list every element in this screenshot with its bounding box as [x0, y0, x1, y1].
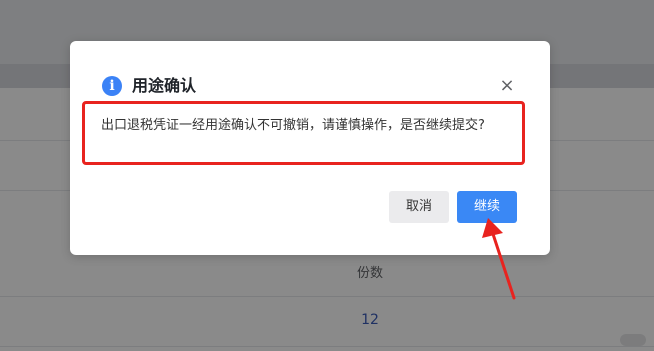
close-icon[interactable]: × [498, 77, 516, 95]
continue-button[interactable]: 继续 [457, 191, 517, 223]
dialog-title: 用途确认 [132, 76, 197, 95]
annotation-highlight-box [82, 101, 525, 165]
dialog-header: i 用途确认 [102, 74, 196, 98]
info-icon: i [102, 76, 122, 96]
cancel-button[interactable]: 取消 [389, 191, 449, 223]
